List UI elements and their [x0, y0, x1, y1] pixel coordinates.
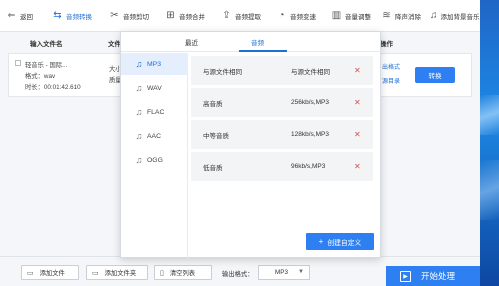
tool-label: 音频变速 — [290, 13, 316, 21]
tool-label: 音频提取 — [235, 13, 261, 21]
format-label: FLAC — [147, 108, 165, 116]
clear-list-button[interactable]: ▯ 清空列表 — [154, 265, 212, 280]
add-file-icon: ▭ — [27, 269, 34, 277]
format-item-mp3[interactable]: ♫ MP3 — [121, 53, 188, 75]
quality-name: 低音质 — [203, 164, 223, 172]
tool-noise-remove[interactable]: ≋ 降声消除 — [377, 0, 426, 32]
toolbar: ⇐ 返回 ⇆ 音频转换 ✂ 音频剪切 ⊞ 音频合并 ⇪ 音频提取 ◔ 音频变速 … — [0, 0, 480, 32]
extract-icon: ⇪ — [222, 10, 231, 21]
delete-icon[interactable]: ✕ — [354, 66, 361, 75]
convert-button[interactable]: 转换 — [415, 67, 455, 83]
noise-icon: ≋ — [382, 10, 391, 21]
convert-icon: ⇆ — [53, 10, 62, 21]
back-label: 返回 — [20, 13, 33, 21]
tool-audio-extract[interactable]: ⇪ 音频提取 — [217, 0, 272, 32]
music-note-icon: ♫ — [135, 155, 143, 165]
folder-icon: ▭ — [92, 269, 99, 277]
add-file-label: 添加文件 — [39, 270, 65, 277]
create-custom-button[interactable]: + 创建自定义 — [306, 233, 374, 250]
tool-audio-cut[interactable]: ✂ 音频剪切 — [105, 0, 161, 32]
back-button[interactable]: ⇐ 返回 — [0, 0, 48, 32]
music-note-icon: ♫ — [135, 131, 143, 141]
tool-label: 音频转换 — [66, 13, 92, 21]
format-label: MP3 — [147, 60, 161, 68]
quality-rate: 与源文件相同 — [291, 68, 330, 76]
col-input-filename: 输入文件名 — [30, 41, 63, 48]
quality-item-same-as-source[interactable]: 与源文件相同 与源文件相同 ✕ — [191, 56, 373, 86]
tool-label: 音频剪切 — [123, 13, 149, 21]
volume-icon: ▥ — [331, 10, 342, 21]
music-icon: ♫ — [430, 10, 438, 21]
tool-label: 降声消除 — [395, 13, 421, 21]
quality-item-low[interactable]: 低音质 96kb/s,MP3 ✕ — [191, 152, 373, 182]
tab-audio[interactable]: 音频 — [251, 37, 264, 47]
create-custom-label: 创建自定义 — [327, 239, 362, 247]
format-label: AAC — [147, 132, 161, 140]
format-item-wav[interactable]: ♫ WAV — [121, 77, 188, 99]
merge-icon: ⊞ — [166, 10, 175, 21]
chevron-down-icon: ▼ — [298, 269, 304, 275]
delete-icon[interactable]: ✕ — [354, 98, 361, 107]
quality-rate: 128kb/s,MP3 — [291, 131, 329, 138]
format-item-flac[interactable]: ♫ FLAC — [121, 101, 188, 123]
scissors-icon: ✂ — [110, 10, 119, 21]
output-format-link[interactable]: 出格式 — [382, 62, 400, 71]
music-note-icon: ♫ — [135, 107, 143, 117]
tool-label: 音频合并 — [179, 13, 205, 21]
source-dir-link[interactable]: 源目录 — [382, 76, 400, 85]
tool-volume-adjust[interactable]: ▥ 音量调整 — [327, 0, 377, 32]
file-duration: 时长：00:01:42.610 — [25, 84, 81, 91]
music-note-icon: ♫ — [135, 59, 143, 69]
quality-rate: 256kb/s,MP3 — [291, 99, 329, 106]
add-file-button[interactable]: ▭ 添加文件 — [21, 265, 79, 280]
start-processing-button[interactable]: ▶ 开始处理 — [386, 266, 480, 286]
tool-audio-speed[interactable]: ◔ 音频变速 — [272, 0, 327, 32]
output-format-label: 输出格式： — [222, 271, 254, 278]
quality-name: 中等音质 — [203, 132, 229, 140]
delete-icon[interactable]: ✕ — [354, 130, 361, 139]
add-folder-label: 添加文件夹 — [104, 270, 137, 277]
file-format: 格式：wav — [25, 73, 56, 80]
desktop-light-streak — [480, 160, 499, 220]
quality-item-high[interactable]: 高音质 256kb/s,MP3 ✕ — [191, 88, 373, 118]
quality-item-medium[interactable]: 中等音质 128kb/s,MP3 ✕ — [191, 120, 373, 150]
format-popup: 最近 音频 ♫ MP3 ♫ WAV ♫ FLAC ♫ AAC ♫ OGG 与源文… — [120, 31, 382, 259]
add-folder-button[interactable]: ▭ 添加文件夹 — [86, 265, 148, 280]
quality-name: 高音质 — [203, 100, 223, 108]
tool-label: 音量调整 — [345, 13, 371, 21]
format-list: ♫ MP3 ♫ WAV ♫ FLAC ♫ AAC ♫ OGG — [121, 53, 188, 259]
file-info: 轻音乐 - 国际... 格式：wav 时长：00:01:42.610 — [25, 60, 81, 93]
format-label: OGG — [147, 156, 163, 164]
arrow-left-icon: ⇐ — [7, 10, 16, 20]
format-label: WAV — [147, 84, 162, 92]
app-window: ⇐ 返回 ⇆ 音频转换 ✂ 音频剪切 ⊞ 音频合并 ⇪ 音频提取 ◔ 音频变速 … — [0, 0, 480, 286]
trash-icon: ▯ — [160, 269, 164, 277]
speed-icon: ◔ — [278, 10, 285, 21]
output-format-select[interactable]: MP3 ▼ — [258, 265, 310, 280]
format-item-aac[interactable]: ♫ AAC — [121, 125, 188, 147]
active-tab-indicator — [239, 50, 287, 52]
format-item-ogg[interactable]: ♫ OGG — [121, 149, 188, 171]
quality-name: 与源文件相同 — [203, 68, 242, 76]
row-checkbox[interactable] — [15, 60, 21, 66]
popup-tabs: 最近 音频 — [121, 32, 382, 52]
music-note-icon: ♫ — [135, 83, 143, 93]
clear-list-label: 清空列表 — [169, 270, 196, 277]
plus-icon: + — [318, 237, 324, 246]
tool-audio-merge[interactable]: ⊞ 音频合并 — [161, 0, 217, 32]
desktop-background — [480, 0, 499, 286]
start-label: 开始处理 — [421, 271, 456, 281]
file-name: 轻音乐 - 国际... — [25, 62, 68, 69]
tab-recent[interactable]: 最近 — [185, 37, 198, 47]
delete-icon[interactable]: ✕ — [354, 162, 361, 171]
tool-add-bgm[interactable]: ♫ 添加背景音乐 — [426, 0, 480, 32]
output-format-value: MP3 — [275, 269, 288, 276]
desktop-light-streak — [480, 95, 499, 135]
tool-audio-convert[interactable]: ⇆ 音频转换 — [48, 0, 105, 32]
quality-rate: 96kb/s,MP3 — [291, 163, 326, 170]
play-icon: ▶ — [400, 270, 411, 282]
tool-label: 添加背景音乐 — [440, 13, 480, 21]
